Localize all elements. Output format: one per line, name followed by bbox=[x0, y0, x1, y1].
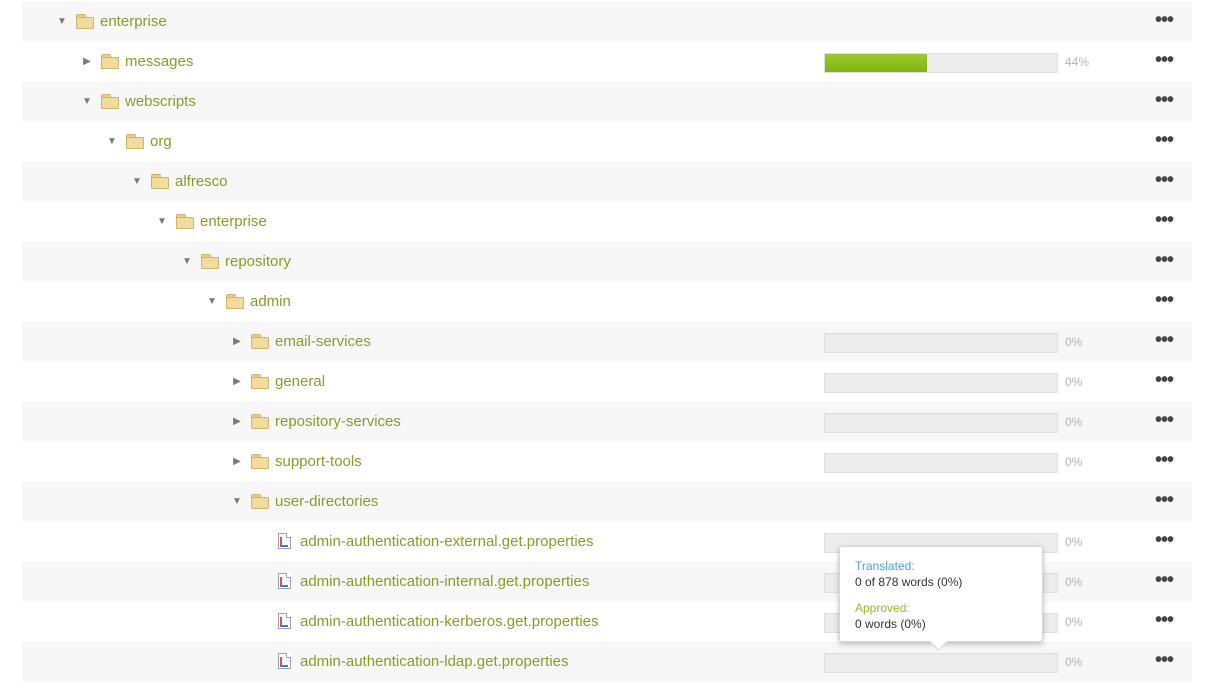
folder-icon bbox=[251, 494, 269, 509]
progress-percent: 0% bbox=[1065, 415, 1083, 429]
more-dots-icon[interactable]: ••• bbox=[1152, 2, 1176, 42]
file-label[interactable]: admin-authentication-kerberos.get.proper… bbox=[300, 602, 599, 642]
progress-bar[interactable] bbox=[824, 333, 1058, 353]
folder-label[interactable]: user-directories bbox=[275, 482, 378, 522]
folder-row[interactable]: ▼ org ••• bbox=[22, 122, 1192, 162]
folder-row[interactable]: ▶ support-tools 0% ••• bbox=[22, 442, 1192, 482]
folder-label[interactable]: admin bbox=[250, 282, 291, 322]
folder-label[interactable]: enterprise bbox=[100, 2, 167, 42]
folder-row[interactable]: ▼ enterprise ••• bbox=[22, 2, 1192, 42]
triangle-down-icon[interactable]: ▼ bbox=[105, 134, 119, 150]
progress-bar[interactable] bbox=[824, 653, 1058, 673]
more-dots-icon[interactable]: ••• bbox=[1152, 562, 1176, 602]
progress-percent: 0% bbox=[1065, 655, 1083, 669]
progress-percent: 0% bbox=[1065, 615, 1083, 629]
folder-label[interactable]: messages bbox=[125, 42, 193, 82]
folder-icon bbox=[251, 374, 269, 389]
folder-row[interactable]: ▼ repository ••• bbox=[22, 242, 1192, 282]
folder-row[interactable]: ▼ enterprise ••• bbox=[22, 202, 1192, 242]
progress-percent: 0% bbox=[1065, 575, 1083, 589]
more-dots-icon[interactable]: ••• bbox=[1152, 162, 1176, 202]
progress-percent: 0% bbox=[1065, 535, 1083, 549]
triangle-right-icon[interactable]: ▶ bbox=[230, 454, 244, 470]
folder-row[interactable]: ▼ webscripts ••• bbox=[22, 82, 1192, 122]
more-dots-icon[interactable]: ••• bbox=[1152, 242, 1176, 282]
triangle-down-icon[interactable]: ▼ bbox=[155, 214, 169, 230]
folder-row[interactable]: ▼ admin ••• bbox=[22, 282, 1192, 322]
more-dots-icon[interactable]: ••• bbox=[1152, 362, 1176, 402]
folder-icon bbox=[151, 174, 169, 189]
triangle-right-icon[interactable]: ▶ bbox=[230, 414, 244, 430]
folder-row[interactable]: ▼ user-directories ••• bbox=[22, 482, 1192, 522]
progress-percent: 0% bbox=[1065, 375, 1083, 389]
folder-row[interactable]: ▶ messages 44% ••• bbox=[22, 42, 1192, 82]
folder-row[interactable]: ▼ alfresco ••• bbox=[22, 162, 1192, 202]
folder-row[interactable]: ▶ general 0% ••• bbox=[22, 362, 1192, 402]
triangle-down-icon[interactable]: ▼ bbox=[55, 14, 69, 30]
more-dots-icon[interactable]: ••• bbox=[1152, 322, 1176, 362]
folder-label[interactable]: repository bbox=[225, 242, 291, 282]
folder-icon bbox=[76, 14, 94, 29]
more-dots-icon[interactable]: ••• bbox=[1152, 602, 1176, 642]
more-dots-icon[interactable]: ••• bbox=[1152, 202, 1176, 242]
folder-icon bbox=[251, 414, 269, 429]
folder-icon bbox=[176, 214, 194, 229]
more-dots-icon[interactable]: ••• bbox=[1152, 482, 1176, 522]
folder-label[interactable]: general bbox=[275, 362, 325, 402]
folder-label[interactable]: repository-services bbox=[275, 402, 401, 442]
folder-label[interactable]: support-tools bbox=[275, 442, 362, 482]
folder-row[interactable]: ▶ repository-services 0% ••• bbox=[22, 402, 1192, 442]
progress-bar[interactable] bbox=[824, 453, 1058, 473]
triangle-down-icon[interactable]: ▼ bbox=[130, 174, 144, 190]
triangle-right-icon[interactable]: ▶ bbox=[230, 374, 244, 390]
folder-row[interactable]: ▶ email-services 0% ••• bbox=[22, 322, 1192, 362]
properties-file-icon bbox=[278, 573, 291, 589]
folder-label[interactable]: alfresco bbox=[175, 162, 228, 202]
progress-bar[interactable] bbox=[824, 53, 1058, 73]
more-dots-icon[interactable]: ••• bbox=[1152, 642, 1176, 682]
progress-bar[interactable] bbox=[824, 373, 1058, 393]
triangle-right-icon[interactable]: ▶ bbox=[80, 54, 94, 70]
triangle-down-icon[interactable]: ▼ bbox=[205, 294, 219, 310]
progress-percent: 44% bbox=[1065, 55, 1090, 69]
folder-icon bbox=[101, 94, 119, 109]
tooltip-translated-value: 0 of 878 words (0%) bbox=[855, 575, 963, 589]
triangle-down-icon[interactable]: ▼ bbox=[180, 254, 194, 270]
tooltip-translated-title: Translated: bbox=[855, 559, 915, 573]
folder-label[interactable]: enterprise bbox=[200, 202, 267, 242]
triangle-down-icon[interactable]: ▼ bbox=[230, 494, 244, 510]
progress-bar[interactable] bbox=[824, 413, 1058, 433]
file-label[interactable]: admin-authentication-ldap.get.properties bbox=[300, 642, 569, 682]
more-dots-icon[interactable]: ••• bbox=[1152, 82, 1176, 122]
folder-icon bbox=[251, 454, 269, 469]
more-dots-icon[interactable]: ••• bbox=[1152, 522, 1176, 562]
folder-icon bbox=[251, 334, 269, 349]
tooltip-approved-title: Approved: bbox=[855, 601, 910, 615]
folder-icon bbox=[126, 134, 144, 149]
folder-label[interactable]: email-services bbox=[275, 322, 371, 362]
progress-tooltip: Translated: 0 of 878 words (0%) Approved… bbox=[839, 546, 1043, 642]
file-row[interactable]: admin-authentication-ldap.get.properties… bbox=[22, 642, 1192, 682]
tooltip-approved-value: 0 words (0%) bbox=[855, 617, 926, 631]
properties-file-icon bbox=[278, 533, 291, 549]
properties-file-icon bbox=[278, 653, 291, 669]
more-dots-icon[interactable]: ••• bbox=[1152, 402, 1176, 442]
folder-label[interactable]: webscripts bbox=[125, 82, 196, 122]
more-dots-icon[interactable]: ••• bbox=[1152, 122, 1176, 162]
triangle-right-icon[interactable]: ▶ bbox=[230, 334, 244, 350]
progress-percent: 0% bbox=[1065, 455, 1083, 469]
progress-bar-fill bbox=[825, 54, 928, 72]
more-dots-icon[interactable]: ••• bbox=[1152, 42, 1176, 82]
folder-label[interactable]: org bbox=[150, 122, 172, 162]
file-label[interactable]: admin-authentication-internal.get.proper… bbox=[300, 562, 589, 602]
folder-icon bbox=[226, 294, 244, 309]
progress-percent: 0% bbox=[1065, 335, 1083, 349]
more-dots-icon[interactable]: ••• bbox=[1152, 282, 1176, 322]
more-dots-icon[interactable]: ••• bbox=[1152, 442, 1176, 482]
properties-file-icon bbox=[278, 613, 291, 629]
folder-icon bbox=[201, 254, 219, 269]
folder-icon bbox=[101, 54, 119, 69]
triangle-down-icon[interactable]: ▼ bbox=[80, 94, 94, 110]
file-label[interactable]: admin-authentication-external.get.proper… bbox=[300, 522, 594, 562]
